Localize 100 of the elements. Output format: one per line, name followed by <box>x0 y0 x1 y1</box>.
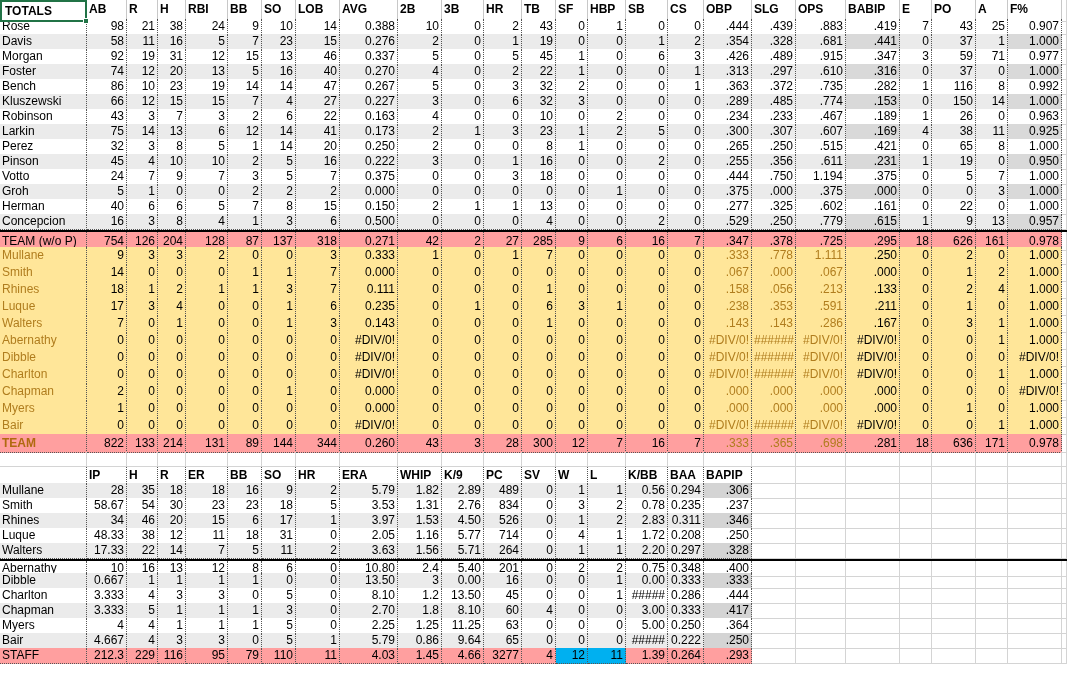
row-label: Votto <box>0 169 87 185</box>
table-cell: 34 <box>87 513 127 529</box>
table-cell: 0 <box>932 184 976 200</box>
table-cell: 75 <box>87 124 127 140</box>
table-cell: 0 <box>484 184 522 200</box>
empty-cell <box>1008 467 1062 484</box>
table-cell: 0.264 <box>668 648 704 664</box>
empty-cell <box>796 633 846 649</box>
empty-cell <box>262 452 296 467</box>
table-cell: 0.950 <box>1008 154 1062 170</box>
table-cell: 0 <box>398 315 442 333</box>
table-cell: .282 <box>846 79 900 95</box>
table-cell: .444 <box>704 19 752 35</box>
table-cell: 0.222 <box>668 633 704 649</box>
table-cell: 3 <box>398 94 442 110</box>
table-cell: 22 <box>932 199 976 215</box>
table-cell: 14 <box>262 124 296 140</box>
table-cell: 0 <box>522 633 556 649</box>
table-cell: .439 <box>752 19 796 35</box>
table-cell: ###### <box>752 332 796 350</box>
table-cell: #DIV/0! <box>340 366 398 384</box>
table-cell: 13 <box>186 64 228 80</box>
table-cell: 10 <box>262 19 296 35</box>
table-cell: 0 <box>296 366 340 384</box>
table-cell: 13.50 <box>442 588 484 604</box>
table-cell: 5 <box>398 79 442 95</box>
table-cell: 3.00 <box>626 603 668 619</box>
table-cell: 28 <box>484 434 522 453</box>
table-cell: 1 <box>900 154 932 170</box>
table-cell: 0 <box>442 417 484 435</box>
table-cell: 6 <box>262 109 296 125</box>
table-cell: 1.000 <box>1008 247 1062 265</box>
table-cell: 0 <box>398 366 442 384</box>
table-cell: 0 <box>398 332 442 350</box>
table-cell: 0 <box>442 264 484 282</box>
table-cell: 0 <box>626 247 668 265</box>
table-cell: 17 <box>262 513 296 529</box>
empty-cell <box>1008 543 1062 559</box>
table-cell: 9 <box>228 19 262 35</box>
table-cell: 0 <box>556 169 588 185</box>
table-cell: 1 <box>556 124 588 140</box>
table-cell: 1.000 <box>1008 34 1062 50</box>
table-cell: 7 <box>522 247 556 265</box>
table-cell: 0 <box>442 154 484 170</box>
table-cell: 0 <box>522 366 556 384</box>
table-cell: 32 <box>522 79 556 95</box>
table-cell: #DIV/0! <box>1008 383 1062 401</box>
table-cell: 1 <box>228 139 262 155</box>
table-cell: 0 <box>556 603 588 619</box>
table-cell: #DIV/0! <box>704 349 752 367</box>
row-label: Concepcion <box>0 214 87 230</box>
table-cell: 2 <box>186 247 228 265</box>
table-cell: 0 <box>228 247 262 265</box>
table-cell: 2.89 <box>442 483 484 499</box>
table-cell: 0 <box>484 315 522 333</box>
table-cell: 0 <box>158 184 186 200</box>
table-cell: 1 <box>976 417 1008 435</box>
empty-cell <box>976 633 1008 649</box>
table-cell: 0.000 <box>340 264 398 282</box>
table-cell: 0 <box>668 214 704 230</box>
table-cell: 2 <box>588 124 626 140</box>
empty-cell <box>796 528 846 544</box>
empty-cell <box>1008 603 1062 619</box>
table-cell: 0.333 <box>340 247 398 265</box>
table-cell: 0 <box>588 214 626 230</box>
table-cell: 0 <box>556 315 588 333</box>
table-cell: 3 <box>296 315 340 333</box>
table-cell: 0 <box>588 281 626 299</box>
table-cell: 5 <box>626 124 668 140</box>
table-cell: 0 <box>522 588 556 604</box>
table-cell: 1 <box>296 513 340 529</box>
table-cell: 1 <box>127 184 158 200</box>
table-cell: 2.05 <box>340 528 398 544</box>
table-cell: 40 <box>87 199 127 215</box>
table-cell: 0 <box>442 139 484 155</box>
empty-cell <box>900 528 932 544</box>
table-cell: 0 <box>522 349 556 367</box>
table-cell: 1 <box>398 247 442 265</box>
table-cell: 8.10 <box>442 603 484 619</box>
table-cell: 110 <box>262 648 296 664</box>
row-label: Chapman <box>0 603 87 619</box>
table-cell: 0 <box>442 109 484 125</box>
table-cell: 17 <box>87 298 127 316</box>
table-cell: 0 <box>668 124 704 140</box>
table-cell: 1 <box>87 400 127 418</box>
table-cell: 0 <box>522 498 556 514</box>
table-cell: 0 <box>442 184 484 200</box>
table-cell: 0 <box>588 264 626 282</box>
table-cell: 3 <box>262 214 296 230</box>
table-cell: 0.500 <box>340 214 398 230</box>
table-cell: 0 <box>228 366 262 384</box>
table-cell: 2 <box>158 281 186 299</box>
table-cell: .000 <box>796 400 846 418</box>
table-cell: 0 <box>932 383 976 401</box>
table-cell: 0 <box>398 400 442 418</box>
table-cell: 4 <box>900 124 932 140</box>
row-label: Walters <box>0 315 87 333</box>
table-cell: 31 <box>158 49 186 65</box>
table-cell: 1.000 <box>1008 366 1062 384</box>
table-cell: 0 <box>626 64 668 80</box>
